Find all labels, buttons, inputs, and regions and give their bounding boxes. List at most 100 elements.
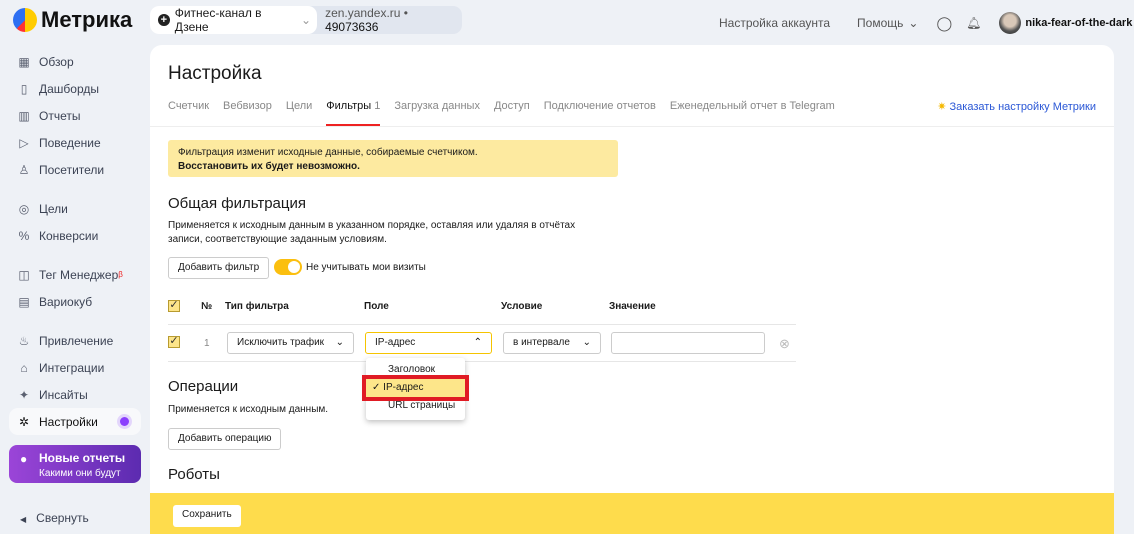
chevron-down-icon: ⌄ — [335, 337, 344, 348]
tab-telegram-report[interactable]: Еженедельный отчет в Telegram — [670, 100, 835, 126]
warning-bold: Восстановить их будет невозможно. — [178, 161, 360, 172]
sidebar-item-label: Тег Менеджер — [39, 267, 119, 282]
option-title[interactable]: Заголовок — [366, 361, 465, 379]
chevron-down-icon: ⌄ — [908, 16, 919, 30]
tab-label: Фильтры — [326, 100, 372, 112]
bar-chart-icon: ▥ — [18, 108, 30, 123]
general-filtering-desc: Применяется к исходным данным в указанно… — [168, 220, 576, 245]
logo[interactable]: Метрика — [13, 7, 132, 33]
chat-icon[interactable]: ◯ — [936, 15, 952, 32]
lightbulb-icon: ● — [20, 452, 28, 466]
row-checkbox[interactable]: ✓ — [168, 336, 180, 348]
counter-name: Фитнес-канал в Дзене — [174, 6, 262, 34]
collapse-sidebar-button[interactable]: ◀ Свернуть — [20, 511, 89, 525]
order-link-label: Заказать настройку Метрики — [949, 101, 1096, 113]
chevron-up-icon: ⌃ — [473, 337, 482, 348]
ignore-visits-label: Не учитывать мои визиты — [306, 262, 426, 273]
tab-report-connection[interactable]: Подключение отчетов — [544, 100, 656, 126]
sidebar-item-label: Посетители — [39, 162, 105, 177]
sidebar-item-variocube[interactable]: ▤ Вариокуб — [18, 288, 143, 315]
sidebar-item-dashboards[interactable]: ▯ Дашборды — [18, 75, 143, 102]
variocube-icon: ▤ — [18, 294, 30, 309]
select-value: в интервале — [513, 337, 570, 348]
bell-icon[interactable]: 🔔︎ — [966, 16, 981, 30]
tab-goals[interactable]: Цели — [286, 100, 312, 126]
sidebar-item-insights[interactable]: ✦ Инсайты — [18, 381, 143, 408]
sidebar-item-integrations[interactable]: ⌂ Интеграции — [18, 354, 143, 381]
sidebar-item-acquisition[interactable]: ♨ Привлечение — [18, 327, 143, 354]
target-icon: ◎ — [18, 201, 30, 216]
sidebar-item-tag-manager[interactable]: ◫ Тег Менеджер β — [18, 261, 143, 288]
check-icon: ✓ — [372, 382, 384, 393]
ignore-visits-toggle[interactable] — [274, 259, 302, 275]
new-reports-promo[interactable]: ● Новые отчеты Какими они будут — [9, 445, 141, 483]
tab-webvisor[interactable]: Вебвизор — [223, 100, 272, 126]
counter-selector[interactable]: + Фитнес-канал в Дзене ⌄ zen.yandex.ru • 4… — [150, 6, 462, 34]
plus-icon: + — [158, 14, 170, 26]
notification-dot — [120, 417, 129, 426]
sparkle-icon: ✦ — [18, 387, 30, 402]
avatar[interactable] — [999, 12, 1022, 34]
col-num: № — [201, 301, 213, 312]
help-menu[interactable]: Помощь — [857, 16, 903, 30]
field-select[interactable]: IP-адрес ⌃ — [365, 332, 492, 354]
sidebar-item-label: Обзор — [39, 54, 74, 69]
sidebar-item-visitors[interactable]: ♙ Посетители — [18, 156, 143, 183]
promo-subtitle: Какими они будут — [39, 468, 121, 479]
page-title: Настройка — [168, 63, 262, 84]
sidebar-item-label: Цели — [39, 201, 68, 216]
condition-select[interactable]: в интервале ⌄ — [503, 332, 601, 354]
beta-badge: β — [118, 270, 123, 279]
collapse-label: Свернуть — [36, 511, 89, 525]
filters-count: 1 — [374, 100, 381, 112]
option-label: IP-адрес — [383, 382, 424, 393]
sidebar-item-reports[interactable]: ▥ Отчеты — [18, 102, 143, 129]
sidebar-item-label: Отчеты — [39, 108, 81, 123]
fire-icon: ♨ — [18, 333, 30, 348]
sidebar-item-overview[interactable]: ▦ Обзор — [18, 48, 143, 75]
col-condition: Условие — [501, 301, 543, 312]
col-value: Значение — [609, 301, 656, 312]
sidebar-item-label: Интеграции — [39, 360, 105, 375]
sidebar-item-behavior[interactable]: ▷ Поведение — [18, 129, 143, 156]
grid-icon: ▦ — [18, 54, 30, 69]
metrika-logo-icon — [13, 8, 37, 32]
tab-filters[interactable]: Фильтры 1 — [326, 100, 381, 126]
magic-wand-icon: ✷ — [937, 101, 947, 113]
robots-title: Роботы — [168, 466, 220, 483]
option-ip-address[interactable]: ✓ IP-адрес — [362, 375, 469, 401]
username[interactable]: nika-fear-of-the-dark — [1025, 17, 1132, 29]
warning-text: Фильтрация изменит исходные данные, соби… — [178, 147, 478, 158]
account-settings-link[interactable]: Настройка аккаунта — [719, 16, 830, 30]
add-operation-button[interactable]: Добавить операцию — [168, 428, 282, 450]
remove-filter-icon[interactable]: ⊗ — [779, 336, 790, 352]
save-button[interactable]: Сохранить — [173, 505, 241, 527]
operations-desc: Применяется к исходным данным. — [168, 404, 329, 415]
value-input[interactable] — [611, 332, 765, 354]
filter-type-select[interactable]: Исключить трафик ⌄ — [227, 332, 354, 354]
row-number: 1 — [204, 338, 210, 349]
sidebar-item-label: Вариокуб — [39, 294, 93, 309]
general-filtering-title: Общая фильтрация — [168, 195, 306, 212]
dashboard-icon: ▯ — [20, 81, 28, 96]
sidebar-item-goals[interactable]: ◎ Цели — [18, 195, 143, 222]
tab-data-upload[interactable]: Загрузка данных — [394, 100, 480, 126]
sidebar-item-conversions[interactable]: % Конверсии — [18, 222, 143, 249]
sidebar-item-label: Поведение — [39, 135, 101, 150]
sidebar-item-label: Дашборды — [39, 81, 99, 96]
add-filter-button[interactable]: Добавить фильтр — [168, 257, 270, 279]
sidebar: ▦ Обзор ▯ Дашборды ▥ Отчеты ▷ Поведение ♙ Пос… — [9, 48, 143, 435]
chevron-down-icon: ⌄ — [582, 337, 591, 348]
col-field: Поле — [364, 301, 389, 312]
chevron-down-icon: ⌄ — [301, 13, 312, 27]
option-url[interactable]: URL страницы — [366, 397, 465, 415]
tab-counter[interactable]: Счетчик — [168, 100, 209, 126]
select-value: Исключить трафик — [237, 337, 325, 348]
order-setup-link[interactable]: ✷ Заказать настройку Метрики — [937, 100, 1096, 113]
counter-id: 49073636 — [325, 20, 379, 34]
gear-icon: ✲ — [18, 414, 30, 429]
tab-access[interactable]: Доступ — [494, 100, 530, 126]
save-bar: Сохранить — [150, 493, 1114, 534]
sidebar-item-settings[interactable]: ✲ Настройки — [9, 408, 141, 435]
select-all-checkbox[interactable]: ✓ — [168, 300, 180, 312]
